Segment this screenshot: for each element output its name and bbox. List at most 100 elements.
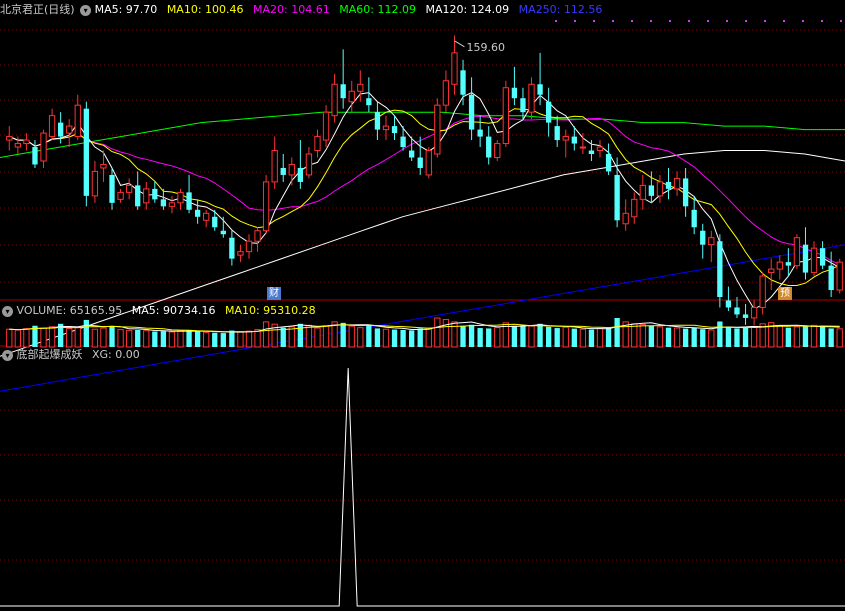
volume-bar: [700, 329, 706, 347]
candle-body: [382, 125, 390, 131]
candle-body: [288, 163, 295, 176]
candle-body: [152, 188, 158, 200]
volume-bar: [6, 328, 13, 348]
volume-bar: [14, 329, 21, 348]
ma60-label: MA60: 112.09: [339, 3, 416, 16]
candle-body: [6, 136, 13, 141]
volume-bar: [288, 326, 295, 348]
volume-bar: [280, 327, 286, 347]
candle-body: [665, 181, 672, 189]
signal-dot: [612, 20, 614, 22]
volume-bar: [708, 329, 715, 348]
candle-body: [622, 212, 629, 225]
volume-bar: [100, 327, 107, 348]
candle-body: [340, 84, 346, 99]
volume-bar: [177, 330, 184, 348]
candle-body: [212, 216, 218, 228]
candle-body: [83, 108, 89, 196]
volume-bar: [477, 328, 483, 347]
indicator-header: ▾ 底部起爆成妖 XG: 0.00: [0, 347, 140, 363]
candle-body: [673, 177, 681, 190]
signal-dot: [783, 20, 785, 22]
volume-bar: [665, 327, 672, 347]
volume-bar: [656, 326, 664, 348]
candle-body: [177, 191, 184, 204]
candle-body: [579, 146, 587, 149]
candle-body: [588, 150, 595, 155]
candle-body: [442, 80, 450, 106]
volume-toggle-icon[interactable]: ▾: [2, 305, 13, 317]
volume-bar: [836, 328, 843, 348]
candle-body: [229, 237, 235, 259]
candle-body: [494, 143, 501, 159]
volume-title: VOLUME: 65165.95: [16, 304, 123, 317]
candle-body: [691, 209, 697, 228]
indicator-xg-line: [0, 367, 845, 607]
candle-body: [596, 146, 604, 152]
forecast-badge[interactable]: 预: [778, 287, 792, 300]
candle-body: [74, 104, 81, 138]
signal-dot: [574, 20, 576, 22]
candle-body: [331, 83, 338, 117]
volume-bar: [117, 329, 124, 348]
volume-bar: [229, 330, 235, 347]
signal-dot: [555, 20, 557, 22]
volume-bar: [639, 324, 646, 348]
high-marker-label: 159.60: [466, 41, 505, 54]
candle-body: [836, 261, 843, 291]
volume-bar: [717, 321, 723, 347]
volume-bar: [537, 323, 543, 347]
volume-bar: [614, 318, 620, 347]
volume-bar: [245, 330, 253, 348]
candle-body: [793, 237, 801, 267]
volume-bar: [468, 324, 475, 347]
candle-body: [245, 240, 253, 253]
candle-body: [32, 147, 38, 165]
candle-body: [366, 98, 372, 106]
high-marker-pointer: [454, 40, 465, 48]
candle-body: [391, 126, 398, 134]
candle-body: [40, 132, 47, 162]
volume-bar: [648, 325, 655, 347]
candle-body: [502, 87, 509, 145]
volume-bar: [314, 327, 321, 348]
candle-body: [23, 139, 30, 145]
volume-bar: [520, 325, 526, 347]
candle-body: [314, 136, 321, 152]
volume-bar: [417, 328, 423, 347]
volume-bar: [494, 327, 501, 348]
signal-dot: [764, 20, 766, 22]
candle-body: [528, 83, 535, 113]
candle-body: [109, 174, 115, 203]
candle-body: [486, 136, 492, 158]
volume-bar: [186, 329, 192, 347]
ma-toggle-icon[interactable]: ▾: [80, 4, 92, 16]
candle-body: [143, 188, 150, 204]
candle-body: [66, 125, 73, 134]
financial-report-badge[interactable]: 财: [267, 287, 281, 300]
volume-bar: [819, 326, 826, 347]
candle-body: [434, 104, 441, 155]
indicator-title: 底部起爆成妖: [16, 348, 83, 361]
candle-body: [57, 122, 64, 137]
signal-dot: [631, 20, 633, 22]
candle-body: [828, 265, 834, 291]
signal-dot: [669, 20, 671, 22]
volume-bar: [742, 327, 749, 347]
indicator-toggle-icon[interactable]: ▾: [2, 349, 13, 361]
signal-dot: [726, 20, 728, 22]
volume-bar: [83, 319, 89, 347]
signal-dot: [821, 20, 823, 22]
volume-bar: [297, 323, 304, 347]
indicator-xg-label: XG: 0.00: [92, 348, 140, 361]
candle-body: [262, 181, 270, 232]
volume-bar: [596, 327, 604, 348]
signal-dot: [707, 20, 709, 22]
volume-bar: [203, 331, 210, 348]
candle-body: [451, 52, 458, 85]
signal-dot: [802, 20, 804, 22]
candle-body: [100, 163, 107, 169]
candle-body: [520, 98, 526, 113]
candle-body: [477, 129, 483, 137]
candle-body: [639, 184, 646, 200]
